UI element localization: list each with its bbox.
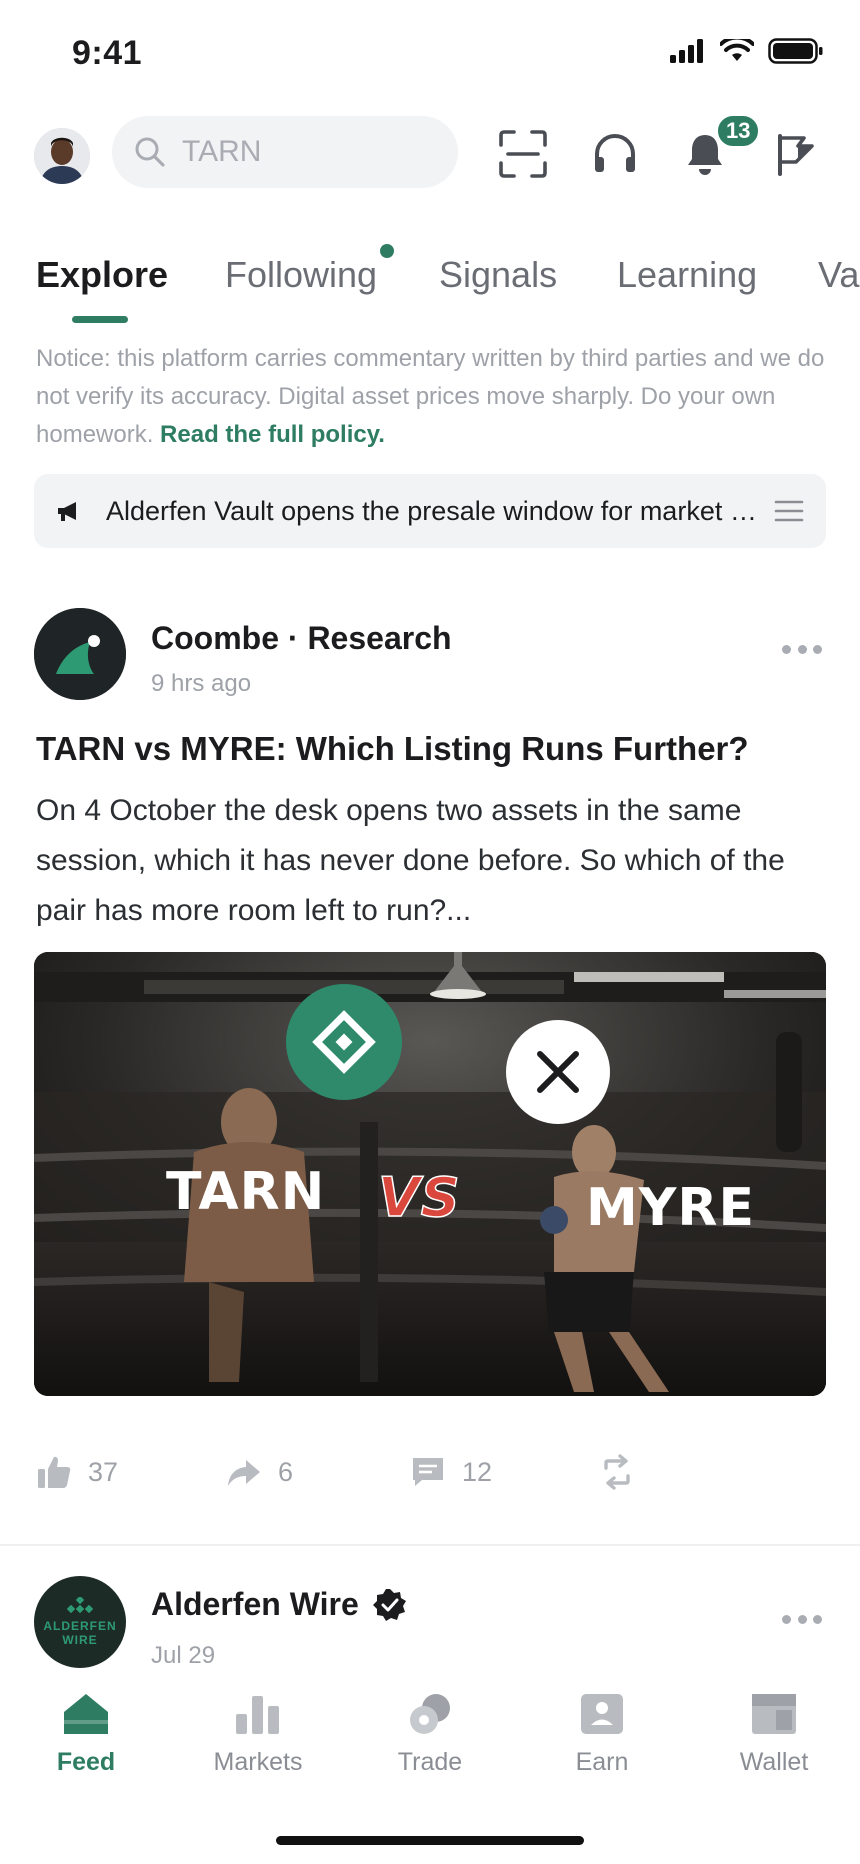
list-menu-icon[interactable] <box>774 499 804 523</box>
alderfen-dots-logo <box>66 1597 94 1613</box>
bar-chart-icon <box>236 1696 279 1734</box>
post-actions: 37 6 12 <box>36 1454 826 1510</box>
announcement-bar[interactable]: Alderfen Vault opens the presale window … <box>34 474 826 548</box>
thumbs-up-icon <box>38 1456 71 1488</box>
notice-text: Notice: this platform carries commentary… <box>36 345 825 448</box>
feed-tabs: Explore Following Signals Learning Va <box>0 248 860 328</box>
nav-feed-label: Feed <box>56 1748 116 1776</box>
tab-partial[interactable]: Va <box>818 254 859 296</box>
support-button[interactable] <box>587 126 643 182</box>
nav-trade-label: Trade <box>397 1748 463 1776</box>
vs-label: VS <box>377 1165 461 1230</box>
tab-explore[interactable]: Explore <box>36 254 168 296</box>
top-bar: TARN 13 <box>0 112 860 196</box>
left-asset-label: TARN <box>166 1162 326 1222</box>
read-policy-link[interactable]: Read the full policy. <box>160 421 385 448</box>
post2-more-options-icon[interactable] <box>782 1612 822 1626</box>
tab-following[interactable]: Following <box>225 254 377 296</box>
search-bar[interactable]: TARN <box>112 116 458 188</box>
tab-signals[interactable]: Signals <box>439 254 557 296</box>
post2-time: Jul 29 <box>151 1642 216 1669</box>
flag-button[interactable] <box>768 126 824 182</box>
repost-icon <box>604 1454 630 1490</box>
nav-markets[interactable]: Markets <box>172 1692 344 1777</box>
coins-icon <box>410 1694 450 1734</box>
search-icon <box>135 137 165 167</box>
notification-badge: 13 <box>716 114 761 148</box>
nav-earn-label: Earn <box>575 1748 629 1776</box>
battery-icon <box>768 38 823 64</box>
post2-author: Alderfen Wire <box>151 1586 359 1622</box>
comment-button[interactable]: 12 <box>410 1454 492 1490</box>
like-button[interactable]: 37 <box>36 1454 118 1490</box>
headset-icon <box>595 134 635 172</box>
status-bar: 9:41 <box>0 0 860 100</box>
status-icons <box>670 38 824 64</box>
author-avatar[interactable] <box>34 608 126 700</box>
status-time: 9:41 <box>72 34 143 72</box>
comment-count: 12 <box>462 1456 493 1487</box>
post2-avatar-text1: ALDERFEN <box>43 1619 117 1633</box>
flag-icon <box>778 134 814 176</box>
wallet-icon <box>752 1694 796 1734</box>
nav-earn[interactable]: Earn <box>516 1692 688 1777</box>
post2-avatar[interactable]: ALDERFEN WIRE <box>34 1576 126 1668</box>
share-button[interactable]: 6 <box>226 1454 293 1490</box>
nav-trade[interactable]: Trade <box>344 1692 516 1777</box>
share-count: 6 <box>278 1456 294 1487</box>
announcement-text: Alderfen Vault opens the presale window … <box>106 495 774 526</box>
tab-learning[interactable]: Learning <box>617 254 757 296</box>
scan-button[interactable] <box>495 126 551 182</box>
share-arrow-icon <box>228 1460 260 1486</box>
disclaimer-notice: Notice: this platform carries commentary… <box>36 340 826 454</box>
post-author[interactable]: Coombe · Research <box>151 620 452 657</box>
nav-wallet[interactable]: Wallet <box>688 1692 860 1777</box>
repost-button[interactable] <box>600 1454 634 1490</box>
wifi-icon <box>720 39 754 61</box>
nav-markets-label: Markets <box>213 1748 303 1776</box>
post-body[interactable]: On 4 October the desk opens two assets i… <box>36 786 826 936</box>
post-time: 9 hrs ago <box>151 670 252 697</box>
following-unread-dot <box>380 244 394 258</box>
bottom-navigation: Feed Markets Trade Earn Wallet <box>0 1672 860 1864</box>
scan-icon <box>499 130 547 178</box>
nav-wallet-label: Wallet <box>739 1748 809 1776</box>
contact-card-icon <box>581 1694 623 1734</box>
user-avatar[interactable] <box>34 128 90 184</box>
post2-author-row[interactable]: Alderfen Wire <box>151 1586 407 1623</box>
home-indicator <box>276 1836 584 1845</box>
comment-icon <box>413 1458 443 1486</box>
post2-avatar-text2: WIRE <box>62 1633 98 1647</box>
like-count: 37 <box>88 1456 119 1487</box>
verified-badge-icon <box>372 1588 406 1621</box>
nav-feed[interactable]: Feed <box>0 1692 172 1777</box>
right-asset-label: MYRE <box>586 1178 755 1238</box>
post-title[interactable]: TARN vs MYRE: Which Listing Runs Further… <box>36 730 826 768</box>
post-divider <box>0 1544 860 1546</box>
post-image[interactable]: TARN VS MYRE <box>34 952 826 1396</box>
more-options-icon[interactable] <box>782 642 822 656</box>
home-icon <box>64 1694 108 1734</box>
search-placeholder: TARN <box>182 135 262 168</box>
active-tab-indicator <box>72 316 128 323</box>
signal-icon <box>670 39 703 63</box>
megaphone-icon <box>58 502 76 521</box>
